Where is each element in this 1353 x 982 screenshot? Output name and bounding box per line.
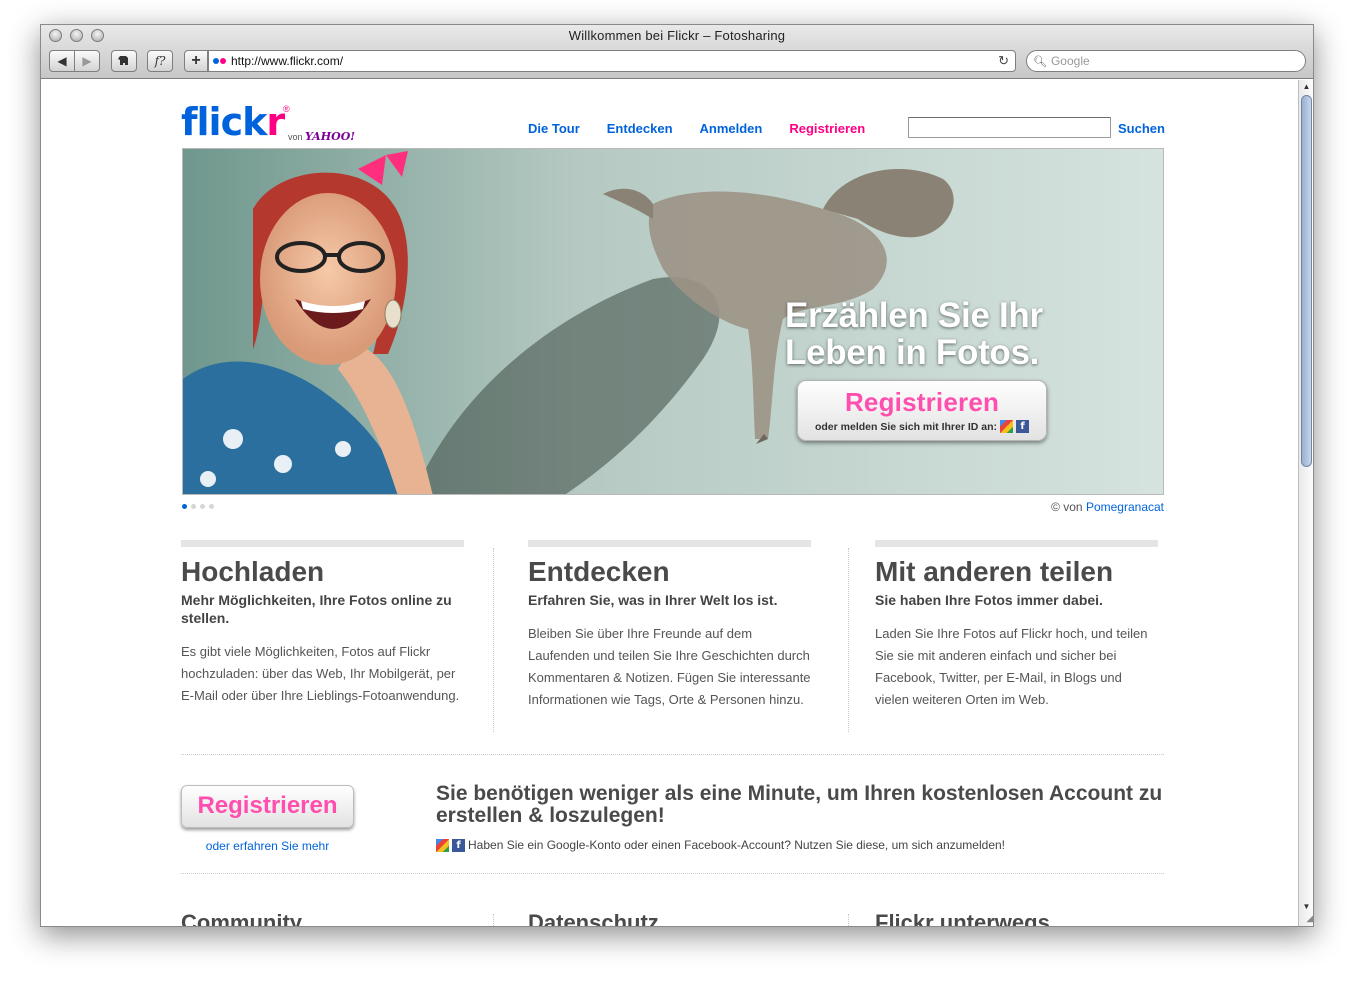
learn-more-link[interactable]: oder erfahren Sie mehr <box>181 839 354 853</box>
browser-window: Willkommen bei Flickr – Fotosharing ◀ ▶ … <box>40 24 1314 927</box>
flickr-logo[interactable]: flickr ® von YAHOO! <box>181 100 355 144</box>
google-icon[interactable] <box>436 838 449 852</box>
feature-subtitle: Erfahren Sie, was in Ihrer Welt los ist. <box>528 592 778 608</box>
logo-von-text: von <box>288 132 303 142</box>
signup-register-button[interactable]: Registrieren <box>181 785 354 828</box>
section-mobile-title: Flickr unterwegs <box>875 910 1050 927</box>
registered-mark: ® <box>283 104 290 114</box>
evernote-button[interactable] <box>111 50 137 72</box>
hero-headline-line1: Erzählen Sie Ihr <box>785 296 1043 335</box>
forward-arrow-icon: ▶ <box>82 54 92 68</box>
feature-subtitle: Sie haben Ihre Fotos immer dabei. <box>875 592 1103 608</box>
feature-text: Laden Sie Ihre Fotos auf Flickr hoch, un… <box>875 626 1148 707</box>
page-viewport: flickr ® von YAHOO! Die Tour Entdecken A… <box>41 80 1298 927</box>
url-text: http://www.flickr.com/ <box>231 54 344 68</box>
scrollbar-thumb[interactable] <box>1301 95 1312 467</box>
nav-entdecken[interactable]: Entdecken <box>607 121 673 136</box>
reload-icon[interactable]: ↻ <box>998 53 1009 69</box>
photo-credit: © von Pomegranacat <box>1051 500 1164 514</box>
slider-dot-1[interactable] <box>182 504 187 509</box>
yahoo-logo: YAHOO! <box>305 130 356 143</box>
resize-grip-icon[interactable]: ◢ <box>1299 913 1313 926</box>
column-divider <box>493 548 494 732</box>
feature-subtitle: Mehr Möglichkeiten, Ihre Fotos online zu… <box>181 592 452 626</box>
hero-register-label: Registrieren <box>844 387 1000 417</box>
site-search-button[interactable]: Suchen <box>1118 121 1165 136</box>
column-divider <box>848 914 849 926</box>
back-arrow-icon: ◀ <box>57 54 67 68</box>
column-divider <box>848 548 849 732</box>
hero-signin-text: oder melden Sie sich mit Ihrer ID an: <box>814 420 998 433</box>
logo-flick-text: flick <box>181 100 267 144</box>
column-divider <box>493 914 494 926</box>
scroll-down-arrow-icon[interactable]: ▼ <box>1299 900 1313 913</box>
title-bar: Willkommen bei Flickr – Fotosharing ◀ ▶ … <box>41 25 1313 79</box>
feature-columns: Hochladen Mehr Möglichkeiten, Ihre Fotos… <box>181 540 1164 732</box>
logo-von-yahoo: von YAHOO! <box>288 130 355 143</box>
window-title: Willkommen bei Flickr – Fotosharing <box>568 28 786 43</box>
feature-text: Es gibt viele Möglichkeiten, Fotos auf F… <box>181 644 460 703</box>
feature-share: Mit anderen teilen Sie haben Ihre Fotos … <box>875 540 1158 711</box>
feature-title: Hochladen <box>181 556 325 587</box>
facebook-icon[interactable]: f <box>1016 420 1030 433</box>
hero-headline: Erzählen Sie Ihr Leben in Fotos. <box>785 297 1115 371</box>
hero-signin-with-id: oder melden Sie sich mit Ihrer ID an: f <box>798 420 1046 433</box>
forward-button[interactable]: ▶ <box>74 50 100 72</box>
feature-title: Entdecken <box>528 556 670 587</box>
add-bookmark-button[interactable]: + <box>184 50 208 72</box>
back-button[interactable]: ◀ <box>49 50 75 72</box>
section-divider <box>181 873 1164 874</box>
nav-anmelden[interactable]: Anmelden <box>700 121 763 136</box>
feature-divider-bar <box>528 540 811 547</box>
flickr-favicon-icon <box>213 58 226 64</box>
feature-divider-bar <box>875 540 1158 547</box>
address-bar[interactable]: http://www.flickr.com/ ↻ <box>208 50 1016 72</box>
slider-dot-2[interactable] <box>191 504 196 509</box>
section-community-title: Community <box>181 910 302 927</box>
hero-register-button[interactable]: Registrieren oder melden Sie sich mit Ih… <box>797 380 1047 441</box>
hero-headline-line2: Leben in Fotos. <box>785 333 1040 372</box>
function-icon: f? <box>154 54 166 68</box>
facebook-icon[interactable]: f <box>452 838 465 852</box>
section-privacy-title: Datenschutz <box>528 910 659 927</box>
nav-registrieren[interactable]: Registrieren <box>789 121 865 136</box>
photo-credit-author-link[interactable]: Pomegranacat <box>1086 500 1164 514</box>
slider-dot-4[interactable] <box>209 504 214 509</box>
section-divider <box>181 754 1164 755</box>
logo-r-text: r <box>266 100 285 144</box>
slider-dot-3[interactable] <box>200 504 205 509</box>
google-icon[interactable] <box>1000 420 1014 433</box>
feature-upload: Hochladen Mehr Möglichkeiten, Ihre Fotos… <box>181 540 464 707</box>
bookmarklet-button[interactable]: f? <box>147 50 173 72</box>
logo-wordmark: flickr <box>181 100 285 144</box>
elephant-icon <box>118 56 128 65</box>
scroll-up-arrow-icon[interactable]: ▲ <box>1299 80 1313 93</box>
feature-text: Bleiben Sie über Ihre Freunde auf dem La… <box>528 626 811 707</box>
top-navigation: Die Tour Entdecken Anmelden Registrieren <box>528 121 865 136</box>
feature-divider-bar <box>181 540 464 547</box>
vertical-scrollbar[interactable]: ▲ ▼ ◢ <box>1298 80 1313 926</box>
plus-icon: + <box>191 52 201 69</box>
hero-slider-dots <box>182 504 214 509</box>
feature-discover: Entdecken Erfahren Sie, was in Ihrer Wel… <box>528 540 811 711</box>
browser-search-field[interactable]: 🔍︎ Google <box>1026 50 1306 72</box>
browser-search-placeholder: Google <box>1050 54 1090 68</box>
search-icon: 🔍︎ <box>1033 55 1047 68</box>
hero-banner: Erzählen Sie Ihr Leben in Fotos. Registr… <box>182 148 1164 495</box>
nav-die-tour[interactable]: Die Tour <box>528 121 580 136</box>
signup-note: f Haben Sie ein Google-Konto oder einen … <box>436 838 1005 852</box>
signup-note-text: Haben Sie ein Google-Konto oder einen Fa… <box>468 838 1005 852</box>
feature-title: Mit anderen teilen <box>875 556 1114 587</box>
site-search-input[interactable] <box>908 117 1111 138</box>
photo-credit-prefix: © von <box>1051 500 1083 514</box>
signup-headline: Sie benötigen weniger als eine Minute, u… <box>436 782 1163 827</box>
